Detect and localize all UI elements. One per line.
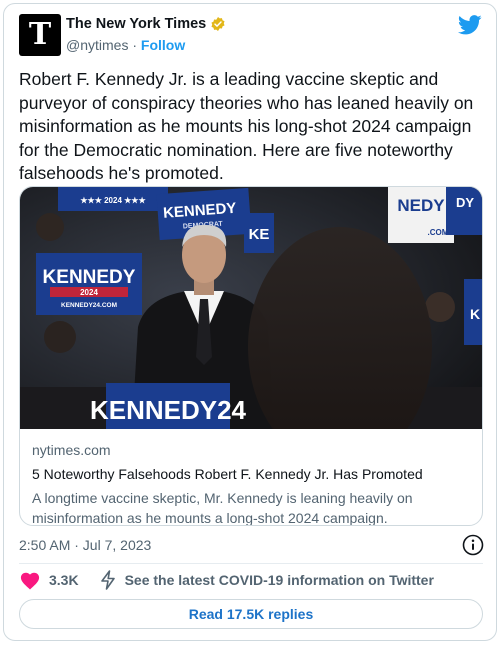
photo-sign-partial-ke: KE <box>249 226 270 243</box>
link-domain: nytimes.com <box>32 442 111 458</box>
photo-sign-top-left: ★★★ 2024 ★★★ <box>80 196 146 205</box>
handle-separator: · <box>128 37 141 53</box>
heart-icon[interactable] <box>19 570 41 590</box>
action-row: 3.3K See the latest COVID-19 information… <box>19 570 434 590</box>
nyt-logo-icon: T <box>28 17 52 52</box>
handle[interactable]: @nytimes <box>66 37 128 53</box>
photo-sign-left-sub: 2024 <box>80 288 98 297</box>
display-name[interactable]: The New York Times <box>66 16 206 32</box>
photo-sign-partial-k: K <box>470 306 480 322</box>
article-photo[interactable]: ★★★ 2024 ★★★ KENNEDY DEMOCRAT KENNEDY 20… <box>20 187 483 429</box>
info-icon[interactable] <box>462 534 484 556</box>
covid-info-link[interactable]: See the latest COVID-19 information on T… <box>125 572 434 588</box>
follow-button[interactable]: Follow <box>141 37 185 53</box>
photo-sign-right-url: .COM <box>428 228 449 237</box>
avatar[interactable]: T <box>19 14 61 56</box>
like-count[interactable]: 3.3K <box>49 572 79 588</box>
read-replies-button[interactable]: Read 17.5K replies <box>19 599 483 629</box>
link-preview-card[interactable]: ★★★ 2024 ★★★ KENNEDY DEMOCRAT KENNEDY 20… <box>19 186 483 526</box>
read-replies-label: Read 17.5K replies <box>188 606 314 622</box>
tweet-timestamp[interactable]: 2:50 AM · Jul 7, 2023 <box>19 537 151 553</box>
verified-badge-icon <box>211 17 225 31</box>
link-description: A longtime vaccine skeptic, Mr. Kennedy … <box>32 490 413 526</box>
twitter-bird-icon[interactable] <box>458 15 482 35</box>
author-name-row: The New York Times <box>66 16 226 32</box>
photo-sign-right-sub: DY <box>456 195 474 210</box>
handle-row: @nytimes · Follow <box>66 37 185 53</box>
divider <box>19 563 483 564</box>
photo-sign-right-main: NEDY <box>397 196 445 215</box>
link-title[interactable]: 5 Noteworthy Falsehoods Robert F. Kenned… <box>32 466 472 486</box>
lightning-icon <box>100 570 115 590</box>
photo-sign-left-url: KENNEDY24.COM <box>61 302 117 309</box>
photo-podium-sign: KENNEDY24 <box>90 395 247 425</box>
tweet-text: Robert F. Kennedy Jr. is a leading vacci… <box>19 69 474 183</box>
photo-sign-left-main: KENNEDY <box>43 267 136 288</box>
link-meta: nytimes.com 5 Noteworthy Falsehoods Robe… <box>32 442 472 526</box>
